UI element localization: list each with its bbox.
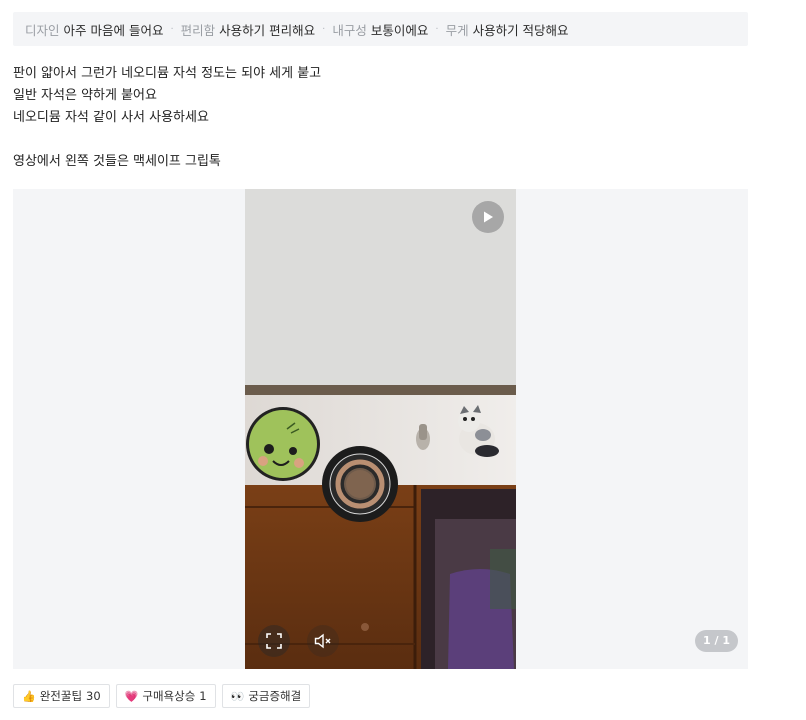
separator-dot: · bbox=[435, 23, 439, 35]
attribute-key: 디자인 bbox=[25, 22, 60, 38]
review-line: 네오디뮴 자석 같이 사서 사용하세요 bbox=[13, 110, 209, 125]
attribute-value: 아주 마음에 들어요 bbox=[63, 22, 164, 38]
reaction-label: 완전꿀팁 bbox=[39, 689, 83, 703]
video-frame bbox=[245, 189, 516, 669]
attribute-design: 디자인 아주 마음에 들어요 bbox=[25, 20, 163, 39]
mute-button[interactable] bbox=[307, 625, 339, 657]
review-attribute-bar: 디자인 아주 마음에 들어요 · 편리함 사용하기 편리해요 · 내구성 보통이… bbox=[13, 12, 748, 46]
fullscreen-icon bbox=[266, 633, 282, 649]
attribute-durability: 내구성 보통이에요 bbox=[332, 20, 428, 39]
attribute-value: 사용하기 편리해요 bbox=[219, 22, 316, 38]
attribute-weight: 무게 사용하기 적당해요 bbox=[446, 20, 569, 39]
attribute-convenience: 편리함 사용하기 편리해요 bbox=[181, 20, 316, 39]
separator-dot: · bbox=[322, 23, 326, 35]
thumbs-up-icon: 👍 bbox=[22, 689, 36, 703]
video-player[interactable] bbox=[245, 189, 516, 669]
reaction-count: 30 bbox=[86, 689, 101, 703]
review-line: 영상에서 왼쪽 것들은 맥세이프 그립톡 bbox=[13, 154, 221, 169]
play-button[interactable] bbox=[472, 201, 504, 233]
heart-icon: 💗 bbox=[124, 689, 139, 703]
reaction-bar: 👍 완전꿀팁 30 💗 구매욕상승 1 👀 궁금증해결 bbox=[13, 684, 311, 708]
review-line: 판이 얇아서 그런가 네오디뮴 자석 정도는 되야 세게 붙고 bbox=[13, 66, 322, 81]
reaction-want-to-buy[interactable]: 💗 구매욕상승 1 bbox=[115, 684, 216, 708]
eyes-icon: 👀 bbox=[230, 689, 245, 703]
mute-icon bbox=[314, 633, 331, 649]
attribute-key: 무게 bbox=[445, 22, 469, 38]
attribute-key: 편리함 bbox=[180, 22, 216, 38]
reaction-count: 1 bbox=[199, 689, 207, 703]
reaction-curiosity-solved[interactable]: 👀 궁금증해결 bbox=[221, 684, 311, 708]
review-body: 판이 얇아서 그런가 네오디뮴 자석 정도는 되야 세게 붙고 일반 자석은 약… bbox=[13, 63, 748, 173]
attribute-value: 보통이에요 bbox=[370, 22, 429, 38]
attribute-key: 내구성 bbox=[332, 22, 367, 38]
attribute-value: 사용하기 적당해요 bbox=[472, 22, 569, 38]
media-viewer: 1 / 1 bbox=[13, 189, 748, 669]
fullscreen-button[interactable] bbox=[258, 625, 290, 657]
reaction-label: 궁금증해결 bbox=[248, 689, 302, 703]
play-icon bbox=[484, 211, 493, 223]
separator-dot: · bbox=[170, 23, 174, 35]
reaction-helpful-tip[interactable]: 👍 완전꿀팁 30 bbox=[13, 684, 110, 708]
review-line: 일반 자석은 약하게 붙어요 bbox=[13, 88, 157, 103]
reaction-label: 구매욕상승 bbox=[142, 689, 196, 703]
media-page-counter: 1 / 1 bbox=[695, 630, 738, 652]
